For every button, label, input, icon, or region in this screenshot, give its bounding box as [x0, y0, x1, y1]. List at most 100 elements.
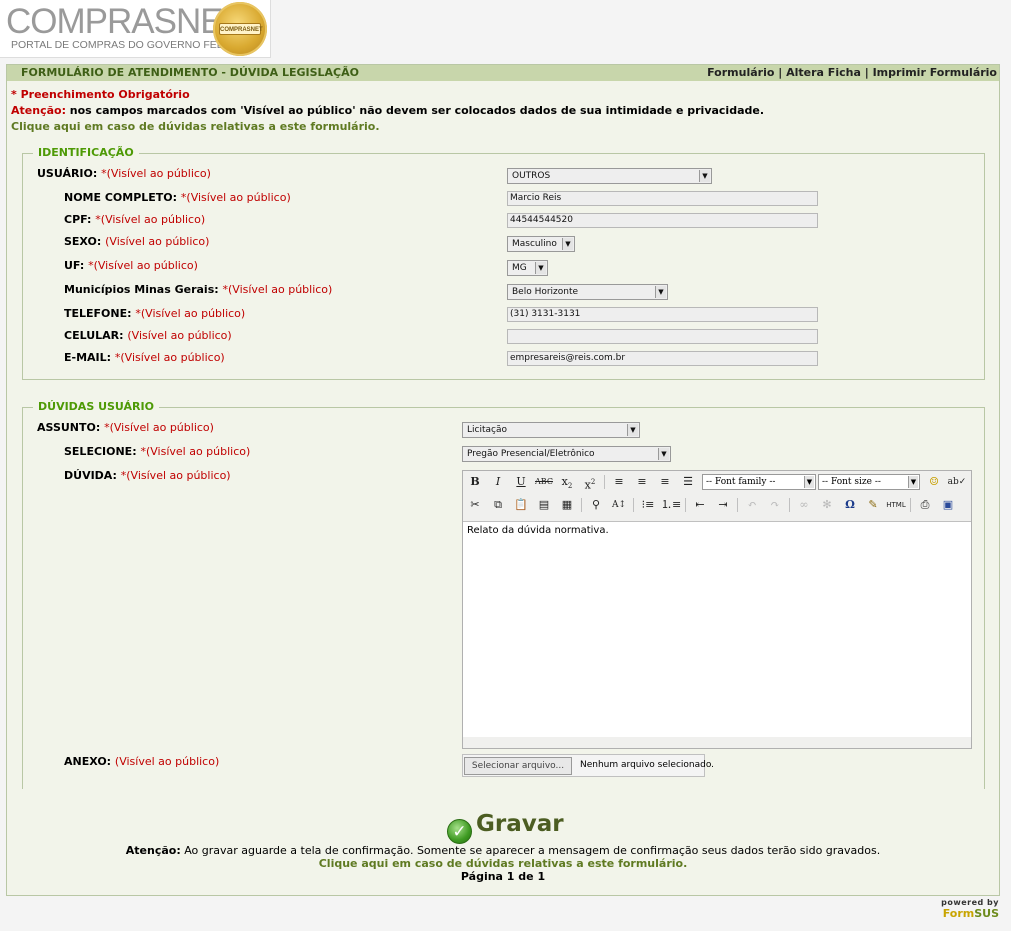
- chevron-down-icon: ▼: [804, 476, 814, 488]
- special-char-icon[interactable]: Ω: [840, 496, 860, 514]
- font-family-select[interactable]: -- Font family -- ▼: [702, 474, 816, 490]
- section-legend: IDENTIFICAÇÃO: [33, 146, 139, 159]
- paste-text-icon[interactable]: ▤: [534, 496, 554, 514]
- unlink-icon[interactable]: ✻: [817, 496, 837, 514]
- label-text: ANEXO:: [64, 755, 112, 768]
- save-warning: Atenção: Ao gravar aguarde a tela de con…: [7, 844, 999, 857]
- form-titlebar: FORMULÁRIO DE ATENDIMENTO - DÚVIDA LEGIS…: [7, 65, 999, 81]
- superscript-icon[interactable]: x2: [580, 473, 600, 492]
- telefone-label: TELEFONE: *(Visível ao público): [64, 307, 245, 320]
- editor-toolbar-row-1: B I U ABC x2 x2 ≡ ≡ ≡ ☰ -- Font family -…: [463, 471, 971, 493]
- toolbar-separator: [789, 498, 790, 512]
- form-frame: FORMULÁRIO DE ATENDIMENTO - DÚVIDA LEGIS…: [6, 64, 1000, 896]
- label-text: CPF:: [64, 213, 92, 226]
- file-status: Nenhum arquivo selecionado.: [580, 760, 715, 770]
- align-left-icon[interactable]: ≡: [609, 473, 629, 491]
- toolbar-separator: [581, 498, 582, 512]
- paste-word-icon[interactable]: ▦: [557, 496, 577, 514]
- redo-icon[interactable]: ↷: [765, 496, 785, 514]
- italic-icon[interactable]: I: [488, 473, 508, 491]
- find-icon[interactable]: ⚲: [586, 496, 606, 514]
- assunto-label: ASSUNTO: *(Visível ao público): [37, 421, 214, 434]
- nome-field[interactable]: Marcio Reis: [507, 191, 818, 206]
- save-warning-label: Atenção:: [125, 844, 181, 857]
- label-text: SELECIONE:: [64, 445, 137, 458]
- checkmark-icon: ✓: [447, 819, 472, 844]
- uf-select[interactable]: MG ▼: [507, 260, 548, 276]
- label-text: E-MAIL:: [64, 351, 112, 364]
- link-separator: |: [778, 66, 783, 79]
- public-note: *(Visível ao público): [88, 259, 198, 272]
- formsus-logo: FormSUS: [941, 907, 999, 920]
- align-right-icon[interactable]: ≡: [655, 473, 675, 491]
- chevron-down-icon: ▼: [535, 262, 546, 274]
- emoticon-icon[interactable]: ☺: [924, 473, 944, 491]
- warning-label: Atenção:: [11, 104, 66, 117]
- link-formulario[interactable]: Formulário: [707, 66, 774, 79]
- link-icon[interactable]: ∞: [794, 496, 814, 514]
- cut-icon[interactable]: ✂: [465, 496, 485, 514]
- toolbar-separator: [604, 475, 605, 489]
- select-value: -- Font size --: [822, 477, 881, 487]
- font-size-select[interactable]: -- Font size -- ▼: [818, 474, 920, 490]
- public-note: *(Visível ao público): [101, 167, 211, 180]
- header-links: Formulário | Altera Ficha | Imprimir For…: [707, 66, 997, 79]
- undo-icon[interactable]: ↶: [742, 496, 762, 514]
- formsus-form: Form: [942, 907, 975, 920]
- underline-icon[interactable]: U: [511, 473, 531, 491]
- chevron-down-icon: ▼: [562, 238, 573, 250]
- warning-text: nos campos marcados com 'Visível ao públ…: [65, 104, 765, 117]
- indent-icon[interactable]: ⇥: [713, 496, 733, 514]
- toolbar-separator: [737, 498, 738, 512]
- help-link[interactable]: Clique aqui em caso de dúvidas relativas…: [11, 120, 380, 133]
- celular-field[interactable]: [507, 329, 818, 344]
- subscript-icon[interactable]: x2: [557, 473, 577, 491]
- toolbar-separator: [685, 498, 686, 512]
- public-note: *(Visível ao público): [180, 191, 291, 204]
- editor-toolbar-row-2: ✂ ⧉ 📋 ▤ ▦ ⚲ A↕ ⁝≡ ⒈≡ ⇤ ⇥ ↶ ↷ ∞ ✻ Ω ✎ HTM…: [463, 494, 971, 516]
- cpf-field[interactable]: 44544544520: [507, 213, 818, 228]
- numbered-list-icon[interactable]: ⒈≡: [661, 496, 681, 514]
- html-icon[interactable]: HTML: [886, 496, 906, 514]
- public-note: (Visível ao público): [114, 755, 220, 768]
- usuario-select[interactable]: OUTROS ▼: [507, 168, 712, 184]
- cleanup-icon[interactable]: ✎: [863, 496, 883, 514]
- municipio-select[interactable]: Belo Horizonte ▼: [507, 284, 668, 300]
- copy-icon[interactable]: ⧉: [488, 496, 508, 514]
- label-text: ASSUNTO:: [37, 421, 101, 434]
- bullet-list-icon[interactable]: ⁝≡: [638, 496, 658, 514]
- select-file-button[interactable]: Selecionar arquivo...: [464, 757, 572, 775]
- email-field[interactable]: empresareis@reis.com.br: [507, 351, 818, 366]
- strikethrough-icon[interactable]: ABC: [534, 473, 554, 491]
- print-icon[interactable]: ⎙: [915, 496, 935, 514]
- paste-icon[interactable]: 📋: [511, 496, 531, 514]
- page-indicator: Página 1 de 1: [460, 870, 546, 883]
- comprasnet-logo[interactable]: COMPRASNET PORTAL DE COMPRAS DO GOVERNO …: [0, 0, 271, 58]
- fullscreen-icon[interactable]: ▣: [938, 496, 958, 514]
- public-note: (Visível ao público): [105, 235, 210, 248]
- replace-icon[interactable]: A↕: [609, 496, 629, 514]
- footer-help-link[interactable]: Clique aqui em caso de dúvidas relativas…: [7, 857, 999, 870]
- spellcheck-icon[interactable]: ab✓: [947, 473, 967, 491]
- select-value: Masculino: [512, 239, 557, 249]
- align-justify-icon[interactable]: ☰: [678, 473, 698, 491]
- align-center-icon[interactable]: ≡: [632, 473, 652, 491]
- link-imprimir-formulario[interactable]: Imprimir Formulário: [873, 66, 997, 79]
- label-text: DÚVIDA:: [64, 469, 117, 482]
- select-value: MG: [512, 263, 527, 273]
- powered-by-logo[interactable]: powered by FormSUS: [941, 898, 999, 920]
- assunto-select[interactable]: Licitação ▼: [462, 422, 640, 438]
- bold-icon[interactable]: B: [465, 473, 485, 491]
- form-title: FORMULÁRIO DE ATENDIMENTO - DÚVIDA LEGIS…: [21, 66, 359, 79]
- selecione-select[interactable]: Pregão Presencial/Eletrônico ▼: [462, 446, 671, 462]
- telefone-field[interactable]: (31) 3131-3131: [507, 307, 818, 322]
- chevron-down-icon: ▼: [908, 476, 918, 488]
- sexo-select[interactable]: Masculino ▼: [507, 236, 575, 252]
- selecione-label: SELECIONE: *(Visível ao público): [64, 445, 250, 458]
- public-note: *(Visível ao público): [135, 307, 246, 320]
- required-notice: * Preenchimento Obrigatório: [11, 88, 190, 101]
- link-altera-ficha[interactable]: Altera Ficha: [786, 66, 861, 79]
- outdent-icon[interactable]: ⇤: [690, 496, 710, 514]
- duvida-editor-area[interactable]: Relato da dúvida normativa.: [463, 521, 971, 737]
- seal-text: COMPRASNET: [219, 23, 263, 35]
